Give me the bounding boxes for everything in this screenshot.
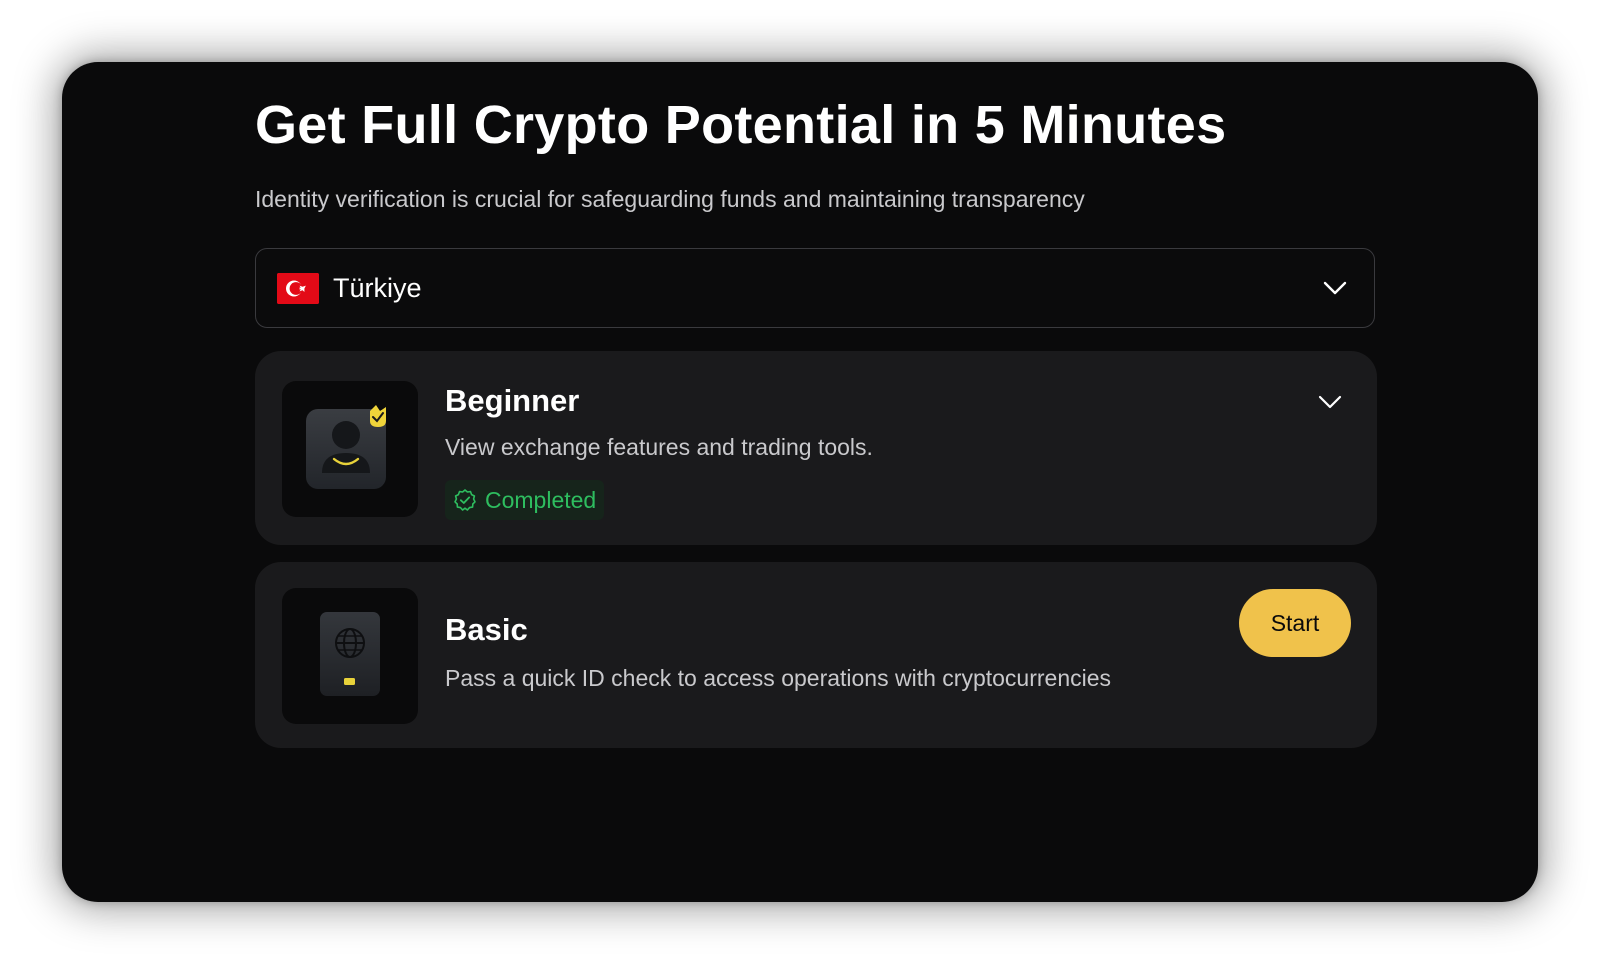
turkey-flag-icon xyxy=(277,273,319,304)
page-subtitle: Identity verification is crucial for saf… xyxy=(255,186,1085,212)
kyc-panel: Get Full Crypto Potential in 5 Minutes I… xyxy=(62,62,1538,902)
level-title: Beginner xyxy=(445,383,580,418)
passport-icon xyxy=(282,588,418,724)
status-badge: Completed xyxy=(445,480,605,520)
chevron-down-icon[interactable] xyxy=(1317,389,1343,415)
chevron-down-icon xyxy=(1322,275,1348,301)
level-card-basic[interactable]: Basic Pass a quick ID check to access op… xyxy=(255,562,1377,748)
status-badge-label: Completed xyxy=(485,486,597,513)
level-card-beginner[interactable]: Beginner View exchange features and trad… xyxy=(255,351,1377,545)
page: Get Full Crypto Potential in 5 Minutes I… xyxy=(0,0,1600,964)
start-button[interactable]: Start xyxy=(1239,589,1351,657)
page-title: Get Full Crypto Potential in 5 Minutes xyxy=(255,95,1227,155)
verified-check-icon xyxy=(453,488,477,512)
user-profile-icon xyxy=(282,381,418,517)
level-title: Basic xyxy=(445,612,528,647)
country-select-value: Türkiye xyxy=(333,273,422,303)
country-select[interactable]: Türkiye xyxy=(255,248,1375,328)
level-description: Pass a quick ID check to access operatio… xyxy=(445,665,1112,691)
level-description: View exchange features and trading tools… xyxy=(445,434,873,460)
